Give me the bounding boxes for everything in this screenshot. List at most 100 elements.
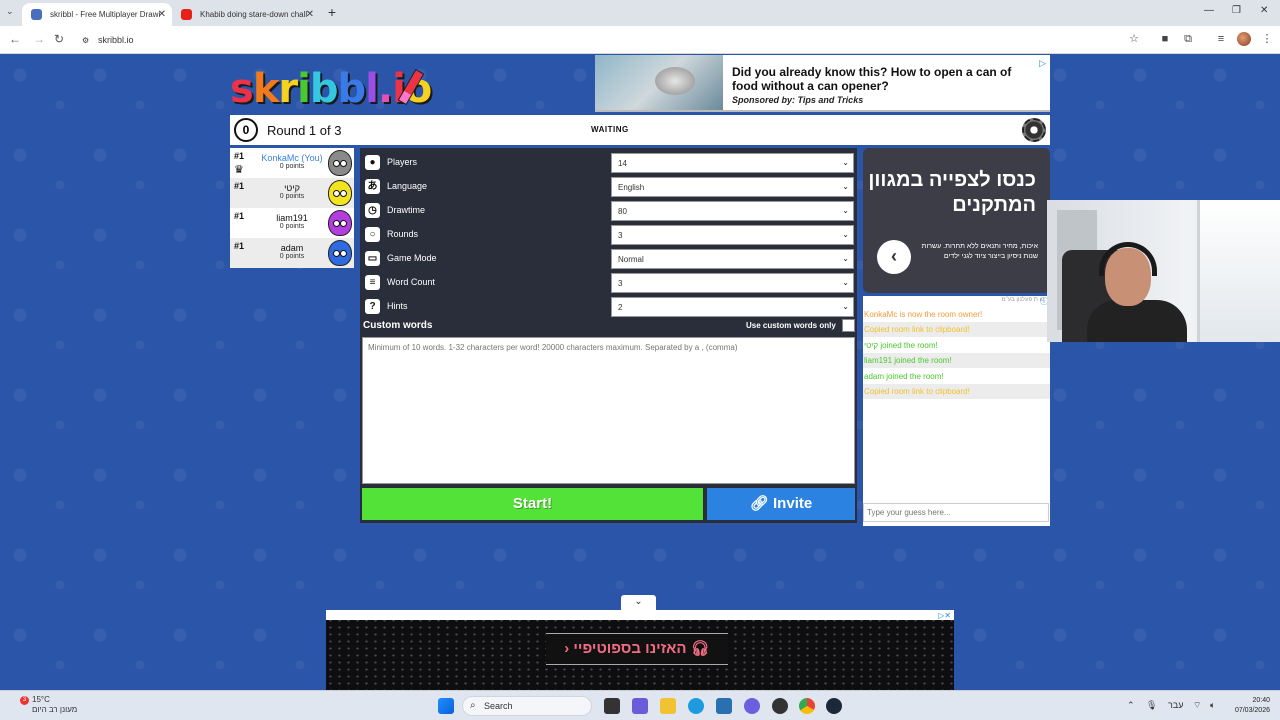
setting-label: Language bbox=[387, 181, 428, 191]
setting-row-gamemode: ▭ Game Mode Normal ⌄ bbox=[360, 248, 857, 270]
tab-youtube[interactable]: Khabib doing stare-down chall ✕ bbox=[172, 3, 320, 26]
skribbl-favicon-icon bbox=[31, 9, 42, 20]
taskbar-search[interactable]: ⌕ Search bbox=[462, 696, 592, 716]
select-value: 3 bbox=[618, 279, 623, 288]
reload-icon[interactable]: ↻ bbox=[54, 32, 64, 46]
discord-icon[interactable] bbox=[744, 698, 760, 714]
settings-gear-icon[interactable] bbox=[1022, 118, 1046, 142]
clock-time: 20:40 bbox=[1252, 697, 1270, 704]
chat-message: קיטי joined the room! bbox=[863, 338, 1050, 353]
player-avatar bbox=[328, 210, 352, 236]
game-status: WAITING bbox=[591, 125, 629, 134]
drawtime-select[interactable]: 80 ⌄ bbox=[611, 201, 854, 221]
keyboard-language[interactable]: עבר bbox=[1168, 700, 1183, 710]
ad-cta[interactable]: 🎧︎ האזינו בספוטיפיי ‹ bbox=[546, 633, 728, 665]
volume-icon[interactable]: 🔈︎ bbox=[1210, 700, 1215, 711]
ad-banner-side[interactable]: כנסו לצפייה במגוון המתקנים איכות, מחיר ו… bbox=[863, 148, 1050, 293]
app-icon[interactable] bbox=[772, 698, 788, 714]
maximize-icon[interactable]: ❐ bbox=[1232, 5, 1241, 16]
site-info-icon[interactable]: ⚙ bbox=[82, 36, 89, 45]
player-name: liam191 bbox=[276, 213, 308, 223]
chrome-icon[interactable] bbox=[799, 698, 815, 714]
ad-strip bbox=[326, 610, 954, 620]
player-avatar bbox=[328, 240, 352, 266]
headphones-icon: 🎧︎ bbox=[686, 640, 710, 657]
player-row[interactable]: #1 קיטי 0 points bbox=[230, 178, 354, 208]
chevron-down-icon: ⌄ bbox=[842, 182, 849, 191]
close-window-icon[interactable]: ✕ bbox=[1260, 5, 1268, 16]
notification-badge: 3 bbox=[20, 696, 29, 705]
start-windows-icon[interactable] bbox=[438, 698, 454, 714]
player-rank: #1 bbox=[234, 181, 245, 191]
person-icon: ● bbox=[365, 155, 380, 170]
guess-input[interactable] bbox=[863, 503, 1049, 522]
select-value: 80 bbox=[618, 207, 627, 216]
chat-message: adam joined the room! bbox=[863, 369, 1050, 384]
players-select[interactable]: 14 ⌄ bbox=[611, 153, 854, 173]
player-rank: #1 bbox=[234, 211, 245, 221]
wifi-icon[interactable]: ⌔ bbox=[1193, 700, 1201, 711]
extension-icon[interactable]: ■ bbox=[1159, 33, 1171, 45]
chevron-down-icon: ⌄ bbox=[842, 230, 849, 239]
chevron-left-icon[interactable]: ‹ bbox=[877, 240, 911, 274]
ad-headline: כנסו לצפייה במגוון המתקנים bbox=[868, 169, 1036, 216]
setting-label: Drawtime bbox=[387, 205, 426, 215]
minimize-icon[interactable]: — bbox=[1204, 5, 1214, 16]
gamemode-select[interactable]: Normal ⌄ bbox=[611, 249, 854, 269]
close-tab-icon[interactable]: ✕ bbox=[158, 9, 166, 20]
chevron-down-icon: ⌄ bbox=[842, 158, 849, 167]
custom-words-title: Custom words bbox=[363, 320, 433, 331]
forward-icon[interactable]: → bbox=[33, 32, 45, 46]
hints-select[interactable]: 2 ⌄ bbox=[611, 297, 854, 317]
ad-cta-label: האזינו בספוטיפיי bbox=[573, 640, 687, 657]
microphone-icon[interactable]: 🎙︎ bbox=[1146, 700, 1157, 711]
ad-banner-bottom[interactable]: ▷✕ 🎧︎ האזינו בספוטיפיי ‹ bbox=[326, 610, 954, 690]
ad-subtext: איכות, מחיר ותנאים ללא תחרות. עשרות שנות… bbox=[921, 243, 1038, 260]
link-icon: 🔗︎ bbox=[749, 495, 774, 512]
url-field[interactable]: ⚙ skribbl.io bbox=[80, 31, 1140, 49]
edge-icon[interactable] bbox=[688, 698, 704, 714]
player-row[interactable]: #1 ♛ KonkaMc (You) 0 points bbox=[230, 148, 354, 178]
tab-search-icon[interactable]: ⌄ bbox=[6, 6, 14, 17]
player-row[interactable]: #1 adam 0 points bbox=[230, 238, 354, 268]
custom-words-only-label: Use custom words only bbox=[746, 321, 836, 330]
player-points: 0 points bbox=[279, 253, 305, 260]
profile-avatar[interactable] bbox=[1237, 32, 1251, 46]
setting-label: Rounds bbox=[387, 229, 419, 239]
invite-button[interactable]: 🔗︎ Invite bbox=[707, 488, 855, 520]
page-background: skribbl.io Did you already know this? Ho… bbox=[0, 55, 1280, 690]
steam-icon[interactable] bbox=[826, 698, 842, 714]
rounds-select[interactable]: 3 ⌄ bbox=[611, 225, 854, 245]
menu-kebab-icon[interactable]: ⋮ bbox=[1261, 33, 1273, 45]
new-tab-button[interactable]: + bbox=[324, 4, 340, 20]
start-button[interactable]: Start! bbox=[362, 488, 703, 520]
puzzle-icon[interactable]: ⧉ bbox=[1182, 33, 1194, 45]
setting-label: Players bbox=[387, 157, 418, 167]
chevron-down-icon: ⌄ bbox=[842, 206, 849, 215]
custom-words-input[interactable] bbox=[362, 337, 855, 484]
language-select[interactable]: English ⌄ bbox=[611, 177, 854, 197]
wordcount-select[interactable]: 3 ⌄ bbox=[611, 273, 854, 293]
ad-close-icon[interactable]: ▷✕ bbox=[938, 611, 951, 620]
tab-skribbl[interactable]: skribbl - Free Multiplayer Drawi ✕ bbox=[22, 3, 172, 26]
file-explorer-icon[interactable] bbox=[660, 698, 676, 714]
rounds-icon: ○ bbox=[365, 227, 380, 242]
invite-label: Invite bbox=[773, 495, 813, 512]
teams-icon[interactable] bbox=[632, 698, 648, 714]
store-icon[interactable] bbox=[716, 698, 732, 714]
bookmark-star-icon[interactable]: ☆ bbox=[1128, 33, 1140, 45]
task-view-icon[interactable] bbox=[604, 698, 620, 714]
select-value: 14 bbox=[618, 159, 627, 168]
ad-banner-top[interactable]: Did you already know this? How to open a… bbox=[595, 55, 1050, 112]
close-tab-icon[interactable]: ✕ bbox=[306, 9, 314, 20]
media-icon[interactable]: ≡ bbox=[1215, 33, 1227, 45]
collapse-ad-chevron-icon[interactable]: ⌄ bbox=[621, 595, 656, 610]
player-avatar bbox=[328, 150, 352, 176]
back-icon[interactable]: ← bbox=[9, 32, 21, 46]
adchoices-icon[interactable]: ▷ bbox=[1039, 58, 1046, 69]
player-row[interactable]: #1 liam191 0 points bbox=[230, 208, 354, 238]
custom-words-only-checkbox[interactable] bbox=[842, 319, 855, 332]
chat-message-text: liam191 joined the room! bbox=[864, 356, 952, 365]
taskbar-clock[interactable]: 20:40 07/03/2026 bbox=[1226, 696, 1270, 716]
tray-chevron-up-icon[interactable]: ⌃ bbox=[1127, 700, 1135, 711]
